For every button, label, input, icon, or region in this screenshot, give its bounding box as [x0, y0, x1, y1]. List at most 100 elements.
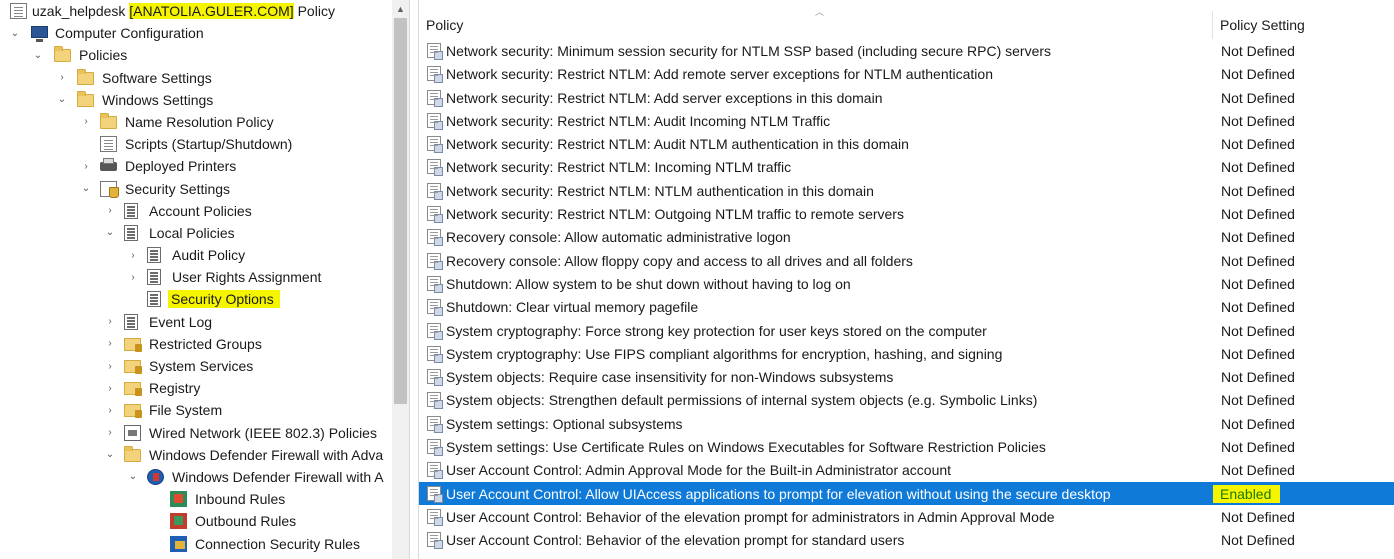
policy-item-icon — [427, 206, 443, 224]
tree-node-computer-configuration[interactable]: ⌄ Computer Configuration — [0, 22, 393, 44]
chevron-down-icon[interactable]: ⌄ — [9, 27, 21, 39]
policy-row[interactable]: Shutdown: Clear virtual memory pagefile N… — [419, 295, 1394, 318]
policy-row[interactable]: Network security: Restrict NTLM: Outgoin… — [419, 202, 1394, 225]
column-header-policy[interactable]: Policy — [419, 11, 1211, 39]
policy-row[interactable]: System objects: Strengthen default permi… — [419, 388, 1394, 411]
policy-setting-value: Not Defined — [1221, 299, 1295, 316]
tree-vertical-scrollbar[interactable]: ▲ — [392, 0, 409, 559]
policy-item-icon — [427, 485, 443, 503]
tree-node-label: Account Policies — [149, 202, 252, 219]
policy-row[interactable]: Network security: Restrict NTLM: Audit N… — [419, 132, 1394, 155]
policy-name: System settings: Use Certificate Rules o… — [446, 439, 1046, 456]
chevron-right-icon[interactable]: › — [104, 338, 116, 350]
chevron-down-icon[interactable]: ⌄ — [104, 227, 116, 239]
chevron-right-icon[interactable]: › — [104, 205, 116, 217]
tree-pane: uzak_helpdesk [ANATOLIA.GULER.COM] Polic… — [0, 0, 410, 559]
chevron-down-icon[interactable]: ⌄ — [56, 94, 68, 106]
chevron-down-icon[interactable]: ⌄ — [32, 49, 44, 61]
policy-setting-value-enabled: Enabled — [1213, 484, 1281, 503]
tree-root[interactable]: uzak_helpdesk [ANATOLIA.GULER.COM] Polic… — [0, 0, 393, 22]
policy-row[interactable]: Network security: Restrict NTLM: NTLM au… — [419, 179, 1394, 202]
policy-row[interactable]: Network security: Restrict NTLM: Add rem… — [419, 62, 1394, 85]
scrollbar-thumb[interactable] — [394, 18, 407, 404]
policy-row[interactable]: Network security: Minimum session securi… — [419, 39, 1394, 62]
policy-row[interactable]: System settings: Optional subsystems Not … — [419, 412, 1394, 435]
chevron-right-icon[interactable]: › — [104, 404, 116, 416]
chevron-down-icon[interactable]: ⌄ — [127, 471, 139, 483]
tree-node-label: Audit Policy — [172, 247, 246, 264]
chevron-right-icon[interactable]: › — [104, 382, 116, 394]
tree-node-policies[interactable]: ⌄ Policies — [0, 44, 393, 66]
policy-row[interactable]: Shutdown: Allow system to be shut down w… — [419, 272, 1394, 295]
tree-node-audit-policy[interactable]: › Audit Policy — [0, 244, 393, 266]
column-header-policy-setting[interactable]: Policy Setting — [1212, 11, 1394, 39]
tree-node-label: Name Resolution Policy — [125, 113, 274, 130]
tree-node-label: Security Settings — [125, 180, 231, 197]
policy-document-icon — [10, 3, 27, 19]
tree-node-local-policies[interactable]: ⌄ Local Policies — [0, 222, 393, 244]
policy-row[interactable]: Network security: Restrict NTLM: Audit I… — [419, 109, 1394, 132]
tree-node-file-system[interactable]: › File System — [0, 399, 393, 421]
tree-node-security-options[interactable]: Security Options — [0, 288, 393, 310]
chevron-right-icon[interactable]: › — [104, 427, 116, 439]
tree-node-label: Connection Security Rules — [195, 535, 360, 552]
policy-item-icon — [427, 66, 443, 84]
policy-item-icon — [427, 229, 443, 247]
policy-name: Network security: Minimum session securi… — [446, 43, 1052, 59]
chevron-down-icon[interactable]: ⌄ — [80, 183, 92, 195]
scroll-up-arrow-icon[interactable]: ▲ — [392, 0, 409, 17]
firewall-icon — [147, 468, 164, 485]
policy-row[interactable]: User Account Control: Admin Approval Mod… — [419, 458, 1394, 481]
policy-row[interactable]: User Account Control: Behavior of the el… — [419, 505, 1394, 528]
chevron-right-icon[interactable]: › — [56, 72, 68, 84]
chevron-right-icon[interactable]: › — [104, 360, 116, 372]
chevron-right-icon[interactable]: › — [80, 116, 92, 128]
policy-row[interactable]: Network security: Restrict NTLM: Add ser… — [419, 86, 1394, 109]
tree-node-registry[interactable]: › Registry — [0, 377, 393, 399]
policy-row-selected[interactable]: User Account Control: Allow UIAccess app… — [419, 481, 1394, 505]
tree-node-windows-settings[interactable]: ⌄ Windows Settings — [0, 89, 393, 111]
policy-item-icon — [427, 439, 443, 457]
tree-node-name-resolution-policy[interactable]: › Name Resolution Policy — [0, 111, 393, 133]
policy-row[interactable]: System objects: Require case insensitivi… — [419, 365, 1394, 388]
tree-node-windows-defender-firewall-sub[interactable]: ⌄ Windows Defender Firewall with A — [0, 466, 393, 488]
policy-row[interactable]: System cryptography: Use FIPS compliant … — [419, 342, 1394, 365]
policy-row[interactable]: User Account Control: Behavior of the el… — [419, 528, 1394, 551]
policy-setting-value: Not Defined — [1221, 229, 1295, 246]
tree-node-restricted-groups[interactable]: › Restricted Groups — [0, 333, 393, 355]
tree-node-wired-network-policies[interactable]: › Wired Network (IEEE 802.3) Policies — [0, 422, 393, 444]
tree-node-scripts[interactable]: Scripts (Startup/Shutdown) — [0, 133, 393, 155]
policy-sheet-icon — [147, 247, 161, 264]
policy-row[interactable]: Network security: Restrict NTLM: Incomin… — [419, 155, 1394, 178]
tree-node-outbound-rules[interactable]: Outbound Rules — [0, 510, 393, 532]
tree-node-user-rights-assignment[interactable]: › User Rights Assignment — [0, 266, 393, 288]
tree-node-system-services[interactable]: › System Services — [0, 355, 393, 377]
policy-row[interactable]: System cryptography: Force strong key pr… — [419, 319, 1394, 342]
tree-node-label: Windows Defender Firewall with Adva — [149, 446, 384, 463]
policy-row[interactable]: Recovery console: Allow floppy copy and … — [419, 249, 1394, 272]
chevron-down-icon[interactable]: ⌄ — [104, 449, 116, 461]
tree-node-label: Wired Network (IEEE 802.3) Policies — [149, 424, 377, 441]
policy-name: Network security: Restrict NTLM: NTLM au… — [446, 182, 874, 199]
policy-name: Recovery console: Allow floppy copy and … — [446, 252, 913, 269]
policy-item-icon — [427, 392, 443, 410]
tree-node-windows-defender-firewall[interactable]: ⌄ Windows Defender Firewall with Adva — [0, 444, 393, 466]
tree-node-event-log[interactable]: › Event Log — [0, 311, 393, 333]
folder-icon — [124, 445, 141, 462]
tree-node-connection-security-rules[interactable]: Connection Security Rules — [0, 533, 393, 555]
policy-row[interactable]: System settings: Use Certificate Rules o… — [419, 435, 1394, 458]
policy-row[interactable]: Recovery console: Allow automatic admini… — [419, 225, 1394, 248]
chevron-right-icon[interactable]: › — [127, 271, 139, 283]
locked-folder-icon — [124, 360, 142, 374]
tree-node-security-settings[interactable]: ⌄ Security Settings — [0, 178, 393, 200]
connection-security-icon — [170, 535, 187, 552]
tree-node-deployed-printers[interactable]: › Deployed Printers — [0, 155, 393, 177]
chevron-right-icon[interactable]: › — [104, 316, 116, 328]
tree-node-account-policies[interactable]: › Account Policies — [0, 200, 393, 222]
tree-node-inbound-rules[interactable]: Inbound Rules — [0, 488, 393, 510]
policy-setting-value: Not Defined — [1221, 369, 1295, 386]
policy-name: System settings: Optional subsystems — [446, 415, 683, 432]
tree-node-software-settings[interactable]: › Software Settings — [0, 67, 393, 89]
chevron-right-icon[interactable]: › — [80, 160, 92, 172]
chevron-right-icon[interactable]: › — [127, 249, 139, 261]
